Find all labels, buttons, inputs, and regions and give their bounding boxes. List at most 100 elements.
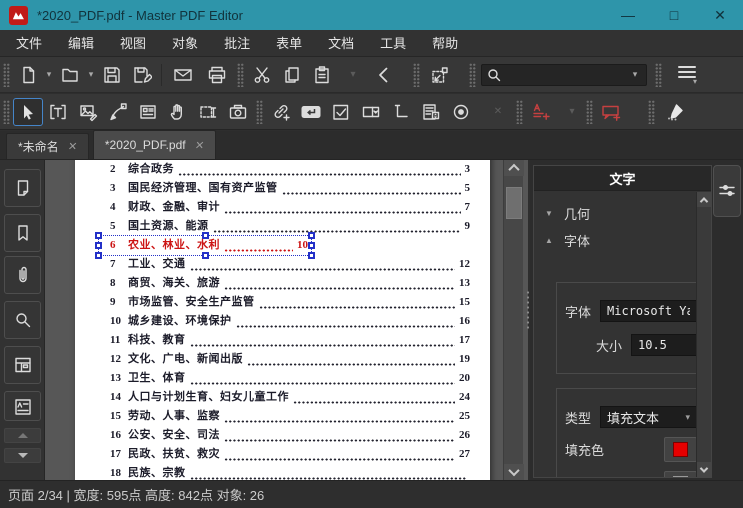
menu-item[interactable]: 表单 [263,30,315,57]
toolbar-grip[interactable] [413,62,420,87]
menu-item[interactable]: 帮助 [419,30,471,57]
toc-entry[interactable]: 4 财政、金融、审计 7 [110,198,470,217]
toc-entry[interactable]: 5 国土资源、能源 9 [110,217,470,236]
page-thumbnails-button[interactable] [4,169,41,207]
new-document-dropdown-caret[interactable]: ▾ [43,61,55,89]
panel-section-header[interactable]: ▲ 字体 [544,227,696,254]
select-text-area-tool-button[interactable] [193,98,223,126]
eraser-tool-button[interactable] [660,98,690,126]
fit-selection-button[interactable] [425,61,455,89]
selection-outline[interactable] [95,232,315,259]
snapshot-tool-button[interactable] [223,98,253,126]
toolbar-menu-button[interactable]: ▾ [667,61,697,89]
listbox-field-tool-button[interactable] [416,98,446,126]
panel-scroll-up-button[interactable] [697,192,711,207]
toc-entry[interactable]: 10 城乡建设、环境保护 16 [110,312,470,331]
doc-scroll-down-button[interactable] [504,464,524,480]
form-fields-panel-button[interactable] [4,346,41,384]
search-input[interactable] [502,67,628,82]
checkbox-field-tool-button[interactable] [326,98,356,126]
tab-close-icon[interactable]: ✕ [67,140,78,153]
properties-panel-button[interactable] [4,391,41,421]
toc-entry[interactable]: 12 文化、广电、新闻出版 19 [110,350,470,369]
print-button[interactable] [200,61,234,89]
toolbar-grip[interactable] [586,99,593,124]
toolbar-grip[interactable] [516,99,523,124]
menu-item[interactable]: 文件 [3,30,55,57]
add-link-tool-button[interactable] [266,98,296,126]
toolbar-grip[interactable] [3,62,10,87]
open-file-button[interactable] [55,61,85,89]
toc-entry[interactable]: 14 人口与计划生育、妇女儿童工作 24 [110,388,470,407]
save-as-button[interactable] [127,61,157,89]
toolbar-grip[interactable] [3,99,10,124]
selection-handle[interactable] [201,232,209,239]
add-callout-annotation-button[interactable] [596,98,626,126]
panel-scroll-down-button[interactable] [697,462,711,477]
search-dropdown-caret[interactable]: ▾ [628,61,642,89]
search-panel-button[interactable] [4,301,41,339]
maximize-button[interactable]: □ [651,0,697,30]
fill-color-button[interactable] [664,437,696,462]
selection-handle[interactable] [308,232,315,239]
doc-scroll-up-button[interactable] [504,160,524,176]
toc-entry[interactable]: 9 市场监管、安全生产监管 15 [110,293,470,312]
email-button[interactable] [166,61,200,89]
select-tool-button[interactable] [13,97,43,126]
toc-entry[interactable]: 3 国民经济管理、国有资产监管 5 [110,179,470,198]
bookmarks-button[interactable] [4,214,41,252]
toc-entry[interactable]: 7 工业、交通 12 [110,255,470,274]
toc-entry[interactable]: 8 商贸、海关、旅游 13 [110,274,470,293]
close-button[interactable]: ✕ [697,0,743,30]
new-document-button[interactable] [13,61,43,89]
menu-item[interactable]: 批注 [211,30,263,57]
toc-entry[interactable]: 18 民族、宗教 [110,464,470,480]
back-navigation-button[interactable] [369,61,399,89]
open-file-dropdown-caret[interactable]: ▾ [85,61,97,89]
toolbar-grip[interactable] [655,62,662,87]
selection-handle[interactable] [308,242,315,249]
panel-scrollbar[interactable] [696,192,711,477]
panel-section-header[interactable]: ▼ 几何 [544,200,696,227]
edit-text-tool-button[interactable] [43,98,73,126]
add-text-annotation-button[interactable] [526,98,556,126]
menu-item[interactable]: 视图 [107,30,159,57]
paste-button[interactable] [307,61,337,89]
toolbar-grip[interactable] [469,62,476,87]
selection-handle[interactable] [95,252,102,259]
edit-forms-tool-button[interactable] [133,98,163,126]
minimize-button[interactable]: — [605,0,651,30]
selection-handle[interactable] [95,232,102,239]
radio-button-field-tool-button[interactable] [446,98,476,126]
toc-entry[interactable]: 13 卫生、体育 20 [110,369,470,388]
menu-item[interactable]: 工具 [367,30,419,57]
font-size-input[interactable] [631,334,696,356]
toolbar-grip[interactable] [256,99,263,124]
edit-path-tool-button[interactable] [103,98,133,126]
paint-type-dropdown[interactable]: 填充文本 ▾ [600,406,696,428]
section-collapse-icon[interactable]: ▼ [544,209,554,218]
save-button[interactable] [97,61,127,89]
menu-item[interactable]: 对象 [159,30,211,57]
sidebar-scroll-down-button[interactable] [4,448,41,463]
menu-item[interactable]: 编辑 [55,30,107,57]
search-box[interactable]: ▾ [481,61,647,89]
toc-entry[interactable]: 16 公安、安全、司法 26 [110,426,470,445]
document-viewport[interactable]: 2 综合政务 3 3 国民经济管理、国有资产监管 5 4 财政、金融、审计 7 … [45,160,528,480]
stroke-color-button[interactable] [664,471,696,477]
pdf-page[interactable]: 2 综合政务 3 3 国民经济管理、国有资产监管 5 4 财政、金融、审计 7 … [75,160,490,480]
hand-tool-button[interactable] [163,98,193,126]
attachments-button[interactable] [4,256,41,294]
document-tab[interactable]: *未命名 ✕ [6,133,89,159]
toc-entry[interactable]: 11 科技、教育 17 [110,331,470,350]
section-collapse-icon[interactable]: ▲ [544,236,554,245]
menu-item[interactable]: 文档 [315,30,367,57]
selection-handle[interactable] [95,242,102,249]
doc-scrollbar-thumb[interactable] [506,187,522,219]
toc-entry[interactable]: 2 综合政务 3 [110,160,470,179]
properties-panel-tab[interactable] [713,165,741,217]
toc-entry[interactable]: 17 民政、扶贫、救灾 27 [110,445,470,464]
toolbar-grip[interactable] [237,62,244,87]
enter-key-tool-button[interactable] [296,98,326,126]
copy-button[interactable] [277,61,307,89]
